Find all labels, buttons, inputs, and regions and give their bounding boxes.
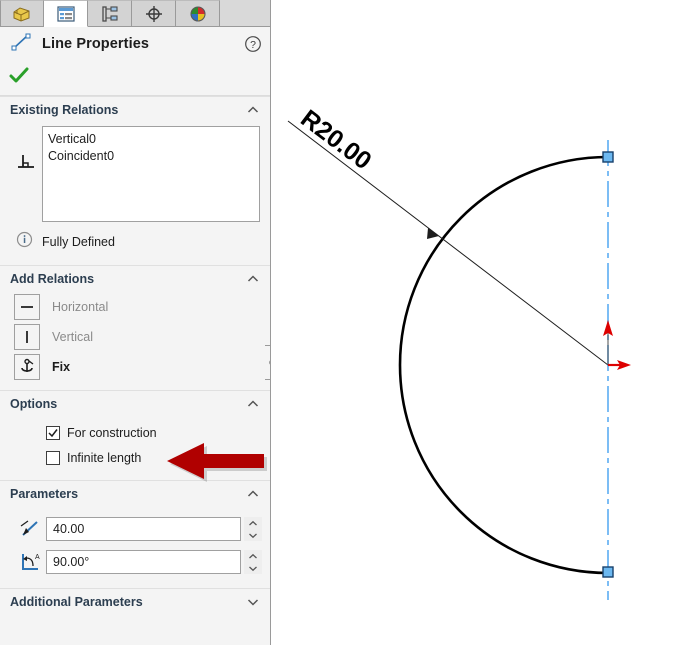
length-stepper[interactable] (244, 517, 262, 541)
angle-dimension-icon: A (14, 550, 46, 574)
anchor-fix-icon[interactable] (14, 354, 40, 380)
sketch-canvas[interactable]: R20.00 (271, 0, 698, 645)
crosshair-target-icon (143, 4, 165, 24)
arc-endpoint-bottom[interactable] (602, 566, 614, 578)
length-dimension-icon (14, 517, 46, 541)
part-icon (11, 4, 33, 24)
page-title: Line Properties (42, 36, 150, 52)
add-relation-fix[interactable]: Fix (10, 352, 260, 382)
red-annotation-arrow (167, 443, 267, 482)
chevron-up-icon[interactable] (246, 272, 260, 286)
svg-text:?: ? (250, 39, 256, 51)
status-text: Fully Defined (42, 235, 115, 249)
section-title: Add Relations (10, 271, 95, 286)
configuration-manager-tab[interactable] (88, 0, 132, 26)
list-item[interactable]: Vertical0 (48, 131, 254, 148)
add-relation-label: Horizontal (52, 300, 109, 314)
arc-endpoint-top[interactable] (602, 151, 614, 163)
length-field[interactable]: 40.00 (46, 517, 241, 541)
section-title: Existing Relations (10, 102, 119, 117)
angle-field[interactable]: 90.00° (46, 550, 241, 574)
sketch-arc[interactable] (398, 155, 609, 575)
confirm-bar (0, 61, 270, 89)
section-add-relations[interactable]: Add Relations (0, 265, 270, 291)
existing-relations-body: Vertical0 Coincident0 Fully Defined (0, 122, 270, 265)
green-checkmark-icon[interactable] (8, 66, 30, 84)
manager-tab-strip (0, 0, 270, 27)
parameter-length-row: 40.00 (14, 514, 262, 544)
parameter-angle-row: A 90.00° (14, 547, 262, 577)
section-existing-relations[interactable]: Existing Relations (0, 96, 270, 122)
info-circle-icon (16, 231, 33, 253)
chevron-down-icon[interactable] (246, 595, 260, 609)
radius-dimension-label[interactable]: R20.00 (295, 104, 376, 175)
solidworks-window: Line Properties ? Existing Relations Ver… (0, 0, 698, 645)
dimension-arrowhead (427, 228, 439, 239)
section-title: Options (10, 396, 58, 411)
vertical-line-icon[interactable] (14, 324, 40, 350)
property-list-icon (55, 4, 77, 24)
add-relation-vertical[interactable]: Vertical (10, 322, 260, 352)
checkbox-for-construction[interactable] (46, 425, 60, 440)
angle-stepper[interactable] (244, 550, 262, 574)
display-manager-tab[interactable] (132, 0, 176, 26)
add-relation-label: Vertical (52, 330, 93, 344)
sketch-origin-marker[interactable] (603, 320, 698, 370)
existing-relations-list[interactable]: Vertical0 Coincident0 (42, 126, 260, 222)
configuration-tree-icon (99, 4, 121, 24)
chevron-up-icon[interactable] (246, 397, 260, 411)
chevron-up-icon[interactable] (246, 103, 260, 117)
property-manager-tab[interactable] (44, 0, 88, 27)
radius-dimension-leader[interactable] (287, 120, 609, 366)
parameters-body: 40.00 A 90.00° (0, 506, 270, 588)
horizontal-line-icon[interactable] (14, 294, 40, 320)
definition-status: Fully Defined (16, 231, 260, 253)
add-relation-horizontal[interactable]: Horizontal (10, 292, 260, 322)
chevron-up-icon[interactable] (246, 487, 260, 501)
line-icon (10, 32, 32, 57)
perpendicular-relation-icon (10, 126, 42, 172)
section-additional-parameters[interactable]: Additional Parameters (0, 588, 270, 614)
option-label: Infinite length (67, 450, 142, 465)
panel-title-bar: Line Properties ? (0, 27, 270, 61)
question-mark-icon[interactable]: ? (244, 35, 262, 53)
appearances-tab[interactable] (176, 0, 220, 26)
section-title: Additional Parameters (10, 594, 143, 609)
option-label: For construction (67, 425, 157, 440)
section-options[interactable]: Options (0, 390, 270, 416)
sketch-graphics: R20.00 (287, 104, 698, 600)
svg-text:A: A (35, 554, 40, 561)
color-sphere-icon (187, 4, 209, 24)
add-relation-label: Fix (52, 360, 71, 374)
checkbox-infinite-length[interactable] (46, 450, 60, 465)
property-manager-panel: Line Properties ? Existing Relations Ver… (0, 0, 271, 645)
feature-manager-tab[interactable] (0, 0, 44, 26)
section-title: Parameters (10, 486, 79, 501)
list-item[interactable]: Coincident0 (48, 148, 254, 165)
add-relations-body: Horizontal Vertical Fix (0, 291, 270, 390)
